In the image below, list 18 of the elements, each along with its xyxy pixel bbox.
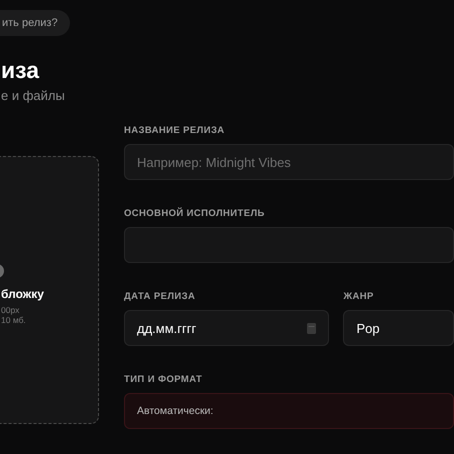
input-field[interactable]	[124, 227, 454, 263]
back-button[interactable]: ить релиз?	[0, 10, 70, 36]
page-subtitle: е и файлы	[0, 88, 65, 103]
upload-hint: 10 мб.	[1, 315, 26, 325]
field-label: ДАТА РЕЛИЗА	[124, 291, 196, 302]
field-label: ЖАНР	[343, 291, 375, 302]
input-field[interactable]: Например: Midnight Vibes	[124, 144, 454, 180]
date-field[interactable]: дд.мм.гггг	[124, 310, 330, 346]
field-label: ОСНОВНОЙ ИСПОЛНИТЕЛЬ	[124, 208, 266, 219]
type-format-box: Автоматически:	[124, 393, 454, 429]
cover-upload-area[interactable]: бложку 00px 10 мб.	[0, 156, 99, 424]
page-title: иза	[0, 56, 40, 84]
calendar-icon	[307, 322, 316, 334]
field-label: НАЗВАНИЕ РЕЛИЗА	[124, 125, 226, 136]
genre-select[interactable]: Pop	[343, 310, 454, 346]
upload-title: бложку	[1, 287, 44, 301]
upload-hint: 00px	[1, 305, 20, 315]
field-label: ТИП И ФОРМАТ	[124, 374, 204, 385]
